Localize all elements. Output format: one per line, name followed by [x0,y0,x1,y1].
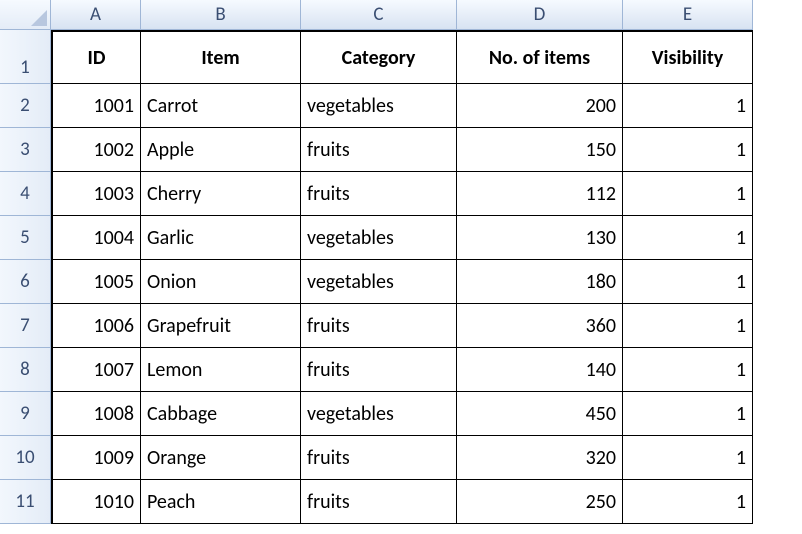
cell-D4[interactable]: 112 [457,172,623,216]
cell-B3[interactable]: Apple [141,128,301,172]
cell-C2[interactable]: vegetables [301,84,457,128]
cell-E10[interactable]: 1 [623,436,753,480]
cell-E7[interactable]: 1 [623,304,753,348]
cell-A3[interactable]: 1002 [51,128,141,172]
cell-E4[interactable]: 1 [623,172,753,216]
cell-B9[interactable]: Cabbage [141,392,301,436]
col-header-A[interactable]: A [51,0,141,30]
cell-B2[interactable]: Carrot [141,84,301,128]
cell-C5[interactable]: vegetables [301,216,457,260]
cell-D9[interactable]: 450 [457,392,623,436]
row-header-8[interactable]: 8 [0,348,51,392]
row-header-3[interactable]: 3 [0,128,51,172]
row-header-4[interactable]: 4 [0,172,51,216]
cell-B7[interactable]: Grapefruit [141,304,301,348]
cell-E9[interactable]: 1 [623,392,753,436]
cell-A1[interactable]: ID [51,30,141,84]
cell-D8[interactable]: 140 [457,348,623,392]
cell-E5[interactable]: 1 [623,216,753,260]
cell-D10[interactable]: 320 [457,436,623,480]
row-header-1[interactable]: 1 [0,30,51,84]
cell-B6[interactable]: Onion [141,260,301,304]
cell-A6[interactable]: 1005 [51,260,141,304]
cell-D3[interactable]: 150 [457,128,623,172]
row-header-2[interactable]: 2 [0,84,51,128]
cell-D5[interactable]: 130 [457,216,623,260]
cell-A9[interactable]: 1008 [51,392,141,436]
cell-E2[interactable]: 1 [623,84,753,128]
cell-A10[interactable]: 1009 [51,436,141,480]
cell-D2[interactable]: 200 [457,84,623,128]
cell-A7[interactable]: 1006 [51,304,141,348]
cell-D11[interactable]: 250 [457,480,623,524]
cell-E1[interactable]: Visibility [623,30,753,84]
row-header-11[interactable]: 11 [0,480,51,524]
row-header-5[interactable]: 5 [0,216,51,260]
cell-B1[interactable]: Item [141,30,301,84]
row-header-6[interactable]: 6 [0,260,51,304]
cell-E8[interactable]: 1 [623,348,753,392]
cell-B4[interactable]: Cherry [141,172,301,216]
cell-B5[interactable]: Garlic [141,216,301,260]
cell-C3[interactable]: fruits [301,128,457,172]
select-all-corner[interactable] [0,0,51,30]
row-header-10[interactable]: 10 [0,436,51,480]
row-header-9[interactable]: 9 [0,392,51,436]
cell-C7[interactable]: fruits [301,304,457,348]
spreadsheet-grid[interactable]: A B C D E 1 ID Item Category No. of item… [0,0,802,524]
col-header-E[interactable]: E [623,0,753,30]
col-header-D[interactable]: D [457,0,623,30]
cell-D7[interactable]: 360 [457,304,623,348]
cell-A2[interactable]: 1001 [51,84,141,128]
cell-B11[interactable]: Peach [141,480,301,524]
cell-C4[interactable]: fruits [301,172,457,216]
cell-A11[interactable]: 1010 [51,480,141,524]
select-all-triangle-icon [31,10,47,26]
cell-A5[interactable]: 1004 [51,216,141,260]
cell-A4[interactable]: 1003 [51,172,141,216]
cell-A8[interactable]: 1007 [51,348,141,392]
col-header-B[interactable]: B [141,0,301,30]
cell-D1[interactable]: No. of items [457,30,623,84]
col-header-C[interactable]: C [301,0,457,30]
cell-E11[interactable]: 1 [623,480,753,524]
cell-E3[interactable]: 1 [623,128,753,172]
cell-D6[interactable]: 180 [457,260,623,304]
cell-B8[interactable]: Lemon [141,348,301,392]
cell-E6[interactable]: 1 [623,260,753,304]
cell-C9[interactable]: vegetables [301,392,457,436]
cell-C11[interactable]: fruits [301,480,457,524]
cell-C1[interactable]: Category [301,30,457,84]
cell-B10[interactable]: Orange [141,436,301,480]
cell-C8[interactable]: fruits [301,348,457,392]
cell-C6[interactable]: vegetables [301,260,457,304]
cell-C10[interactable]: fruits [301,436,457,480]
row-header-7[interactable]: 7 [0,304,51,348]
